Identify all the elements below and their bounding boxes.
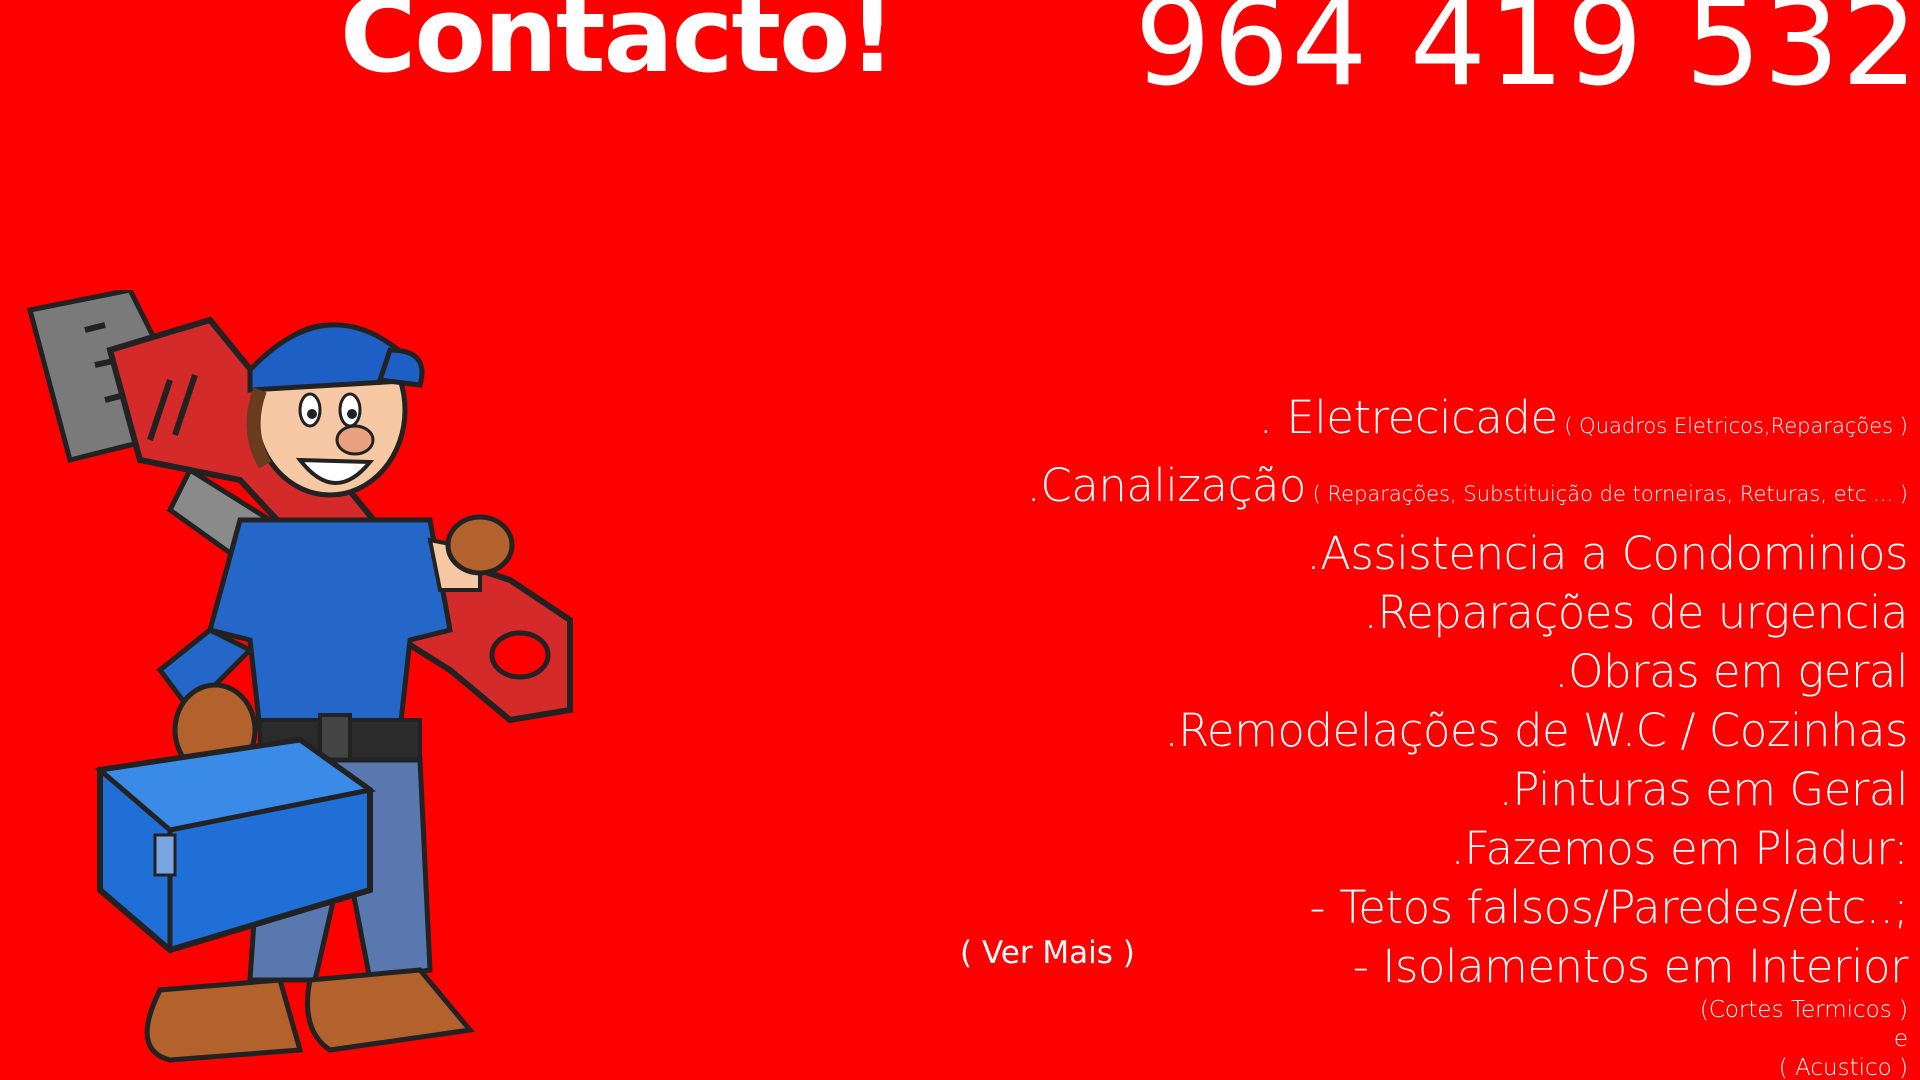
service-thermal: (Cortes Termicos )	[1699, 997, 1908, 1023]
phone-number[interactable]: 964 419 532	[1135, 0, 1920, 110]
service-urgent: .Reparações de urgencia	[1363, 586, 1909, 639]
service-plumbing: .Canalização ( Reparações, Substituição …	[1026, 459, 1908, 512]
service-insulation: - Isolamentos em Interior	[1352, 940, 1909, 993]
head-icon	[246, 322, 425, 498]
service-painting: .Pinturas em Geral	[1498, 763, 1909, 816]
contact-title: Contacto!	[340, 0, 896, 96]
service-acoustic: ( Acustico )	[1778, 1055, 1908, 1080]
ver-mais-link[interactable]: ( Ver Mais )	[960, 935, 1135, 971]
service-drywall: .Fazemos em Pladur:	[1450, 822, 1908, 875]
service-condo: .Assistencia a Condominios	[1306, 527, 1908, 580]
service-remodel: .Remodelações de W.C / Cozinhas	[1164, 704, 1908, 757]
service-works: .Obras em geral	[1554, 645, 1908, 698]
plumber-illustration-icon	[26, 290, 573, 1063]
service-electricity: . Eletrecicade ( Quadros Eletricos,Repar…	[1258, 391, 1908, 444]
services-list: . Eletrecicade ( Quadros Eletricos,Repar…	[1026, 388, 1909, 1080]
service-ceilings: - Tetos falsos/Paredes/etc..;	[1309, 881, 1908, 934]
service-and: e	[1893, 1026, 1908, 1052]
